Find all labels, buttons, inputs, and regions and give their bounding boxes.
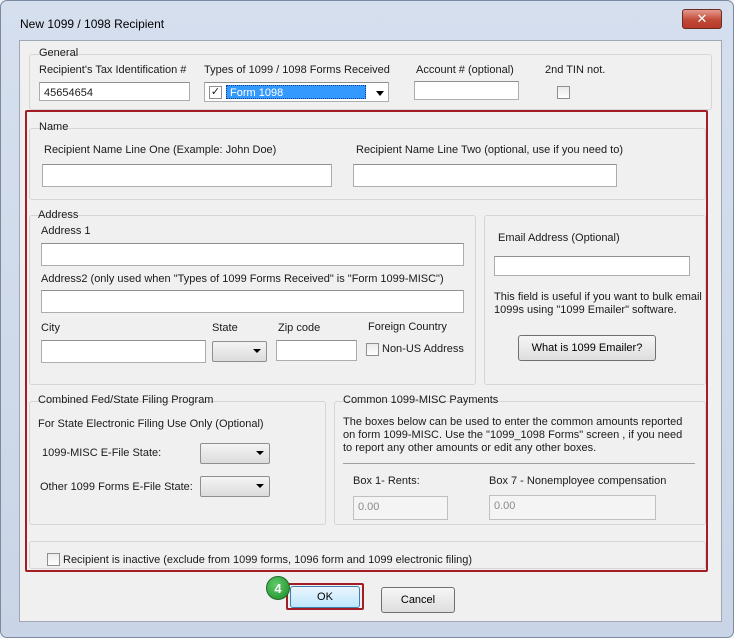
address1-label: Address 1 [41,225,91,237]
tin-label: Recipient's Tax Identification # [39,64,187,76]
non-us-checkbox[interactable] [366,343,379,356]
dialog-client-area: General Recipient's Tax Identification #… [19,40,722,622]
ok-button[interactable]: OK [290,586,360,608]
types-combo[interactable]: ✓ Form 1098 [204,82,389,102]
name-line-one-label: Recipient Name Line One (Example: John D… [44,144,277,156]
step-badge: 4 [266,576,290,600]
types-label: Types of 1099 / 1098 Forms Received [204,64,390,76]
name-line-two-input[interactable] [353,164,617,187]
tin-input[interactable]: 45654654 [39,82,190,101]
name-legend: Name [39,121,69,133]
account-label: Account # (optional) [416,64,514,76]
city-label: City [41,322,60,334]
second-tin-checkbox[interactable] [557,86,570,99]
misc-efile-state-label: 1099-MISC E-File State: [42,447,162,459]
window-title: New 1099 / 1098 Recipient [20,17,165,31]
name-line-one-input[interactable] [42,164,332,187]
filing-subtitle: For State Electronic Filing Use Only (Op… [38,418,264,430]
address-legend: Address [38,209,79,221]
close-button[interactable]: ✕ [682,9,722,29]
chevron-down-icon [253,349,261,353]
chevron-down-icon [256,484,264,488]
email-help-line2: 1099s using "1099 Emailer" software. [494,304,677,316]
name-line-two-label: Recipient Name Line Two (optional, use i… [356,144,624,156]
email-input[interactable] [494,256,690,276]
payments-divider [343,463,695,464]
other-efile-state-select[interactable] [200,476,270,497]
state-label: State [212,322,238,334]
types-checkbox[interactable]: ✓ [209,86,222,99]
payments-desc-line2: on form 1099-MISC. Use the "1099_1098 Fo… [343,429,683,441]
title-bar[interactable]: New 1099 / 1098 Recipient ✕ [1,1,734,41]
inactive-label: Recipient is inactive (exclude from 1099… [63,554,473,566]
payments-desc-line1: The boxes below can be used to enter the… [343,416,683,428]
other-efile-state-label: Other 1099 Forms E-File State: [40,481,193,493]
box7-input[interactable]: 0.00 [489,495,656,520]
box7-label: Box 7 - Nonemployee compensation [489,475,667,487]
what-is-emailer-button[interactable]: What is 1099 Emailer? [518,335,656,361]
filing-legend: Combined Fed/State Filing Program [38,394,214,406]
second-tin-label: 2nd TIN not. [545,64,606,76]
email-label: Email Address (Optional) [498,232,620,244]
checkmark-icon: ✓ [210,86,221,98]
types-selected-value: Form 1098 [226,85,366,99]
chevron-down-icon [256,451,264,455]
zip-input[interactable] [276,340,357,361]
foreign-country-label: Foreign Country [368,321,447,333]
close-icon: ✕ [696,11,708,26]
zip-label: Zip code [278,322,321,334]
payments-legend: Common 1099-MISC Payments [343,394,499,406]
misc-efile-state-select[interactable] [200,443,270,464]
chevron-down-icon[interactable] [372,88,388,100]
box1-input[interactable]: 0.00 [353,496,448,520]
email-help-line1: This field is useful if you want to bulk… [494,291,702,303]
non-us-label: Non-US Address [382,343,464,355]
address2-input[interactable] [41,290,464,313]
box1-label: Box 1- Rents: [353,475,420,487]
city-input[interactable] [41,340,206,363]
payments-desc-line3: to report any other amounts or edit any … [343,442,597,454]
address1-input[interactable] [41,243,464,266]
address2-label: Address2 (only used when "Types of 1099 … [41,273,444,285]
cancel-button[interactable]: Cancel [381,587,455,613]
account-input[interactable] [414,81,519,100]
inactive-checkbox[interactable] [47,553,60,566]
state-select[interactable] [212,341,267,362]
dialog-window: New 1099 / 1098 Recipient ✕ General Reci… [0,0,734,638]
general-legend: General [39,47,79,59]
